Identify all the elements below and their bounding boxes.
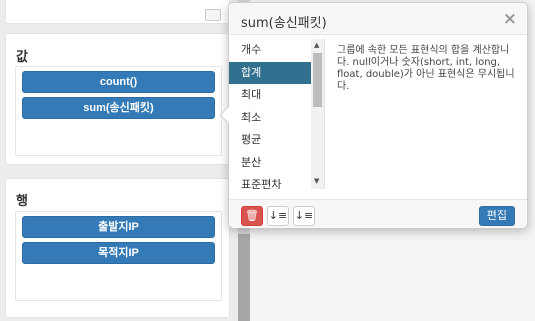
rows-dropzone[interactable]: 출발지IP 목적지IP bbox=[15, 211, 222, 301]
aggregation-item-count[interactable]: 개수 bbox=[229, 39, 324, 62]
scroll-up-icon[interactable]: ▲ bbox=[314, 41, 319, 49]
values-panel: 값 count() sum(송신패킷) bbox=[5, 33, 230, 165]
aggregation-item-max[interactable]: 최대 bbox=[229, 84, 324, 107]
value-pill-count[interactable]: count() bbox=[22, 71, 215, 93]
page-scrollbar-thumb[interactable] bbox=[238, 234, 250, 321]
top-panel bbox=[5, 0, 230, 24]
aggregation-item-variance[interactable]: 분산 bbox=[229, 152, 324, 175]
sort-descending-icon[interactable]: ↓≡ bbox=[293, 206, 315, 226]
aggregation-item-min[interactable]: 최소 bbox=[229, 107, 324, 130]
scroll-down-icon[interactable]: ▼ bbox=[314, 177, 319, 185]
popover-footer: 🗑 ↓≡ ↓≡ 편집 bbox=[229, 199, 527, 228]
popover-title: sum(송신패킷) bbox=[241, 16, 327, 31]
aggregation-item-avg[interactable]: 평균 bbox=[229, 129, 324, 152]
sort-ascending-icon[interactable]: ↓≡ bbox=[267, 206, 289, 226]
edit-button[interactable]: 편집 bbox=[478, 206, 515, 226]
aggregation-item-sum[interactable]: 합계 bbox=[229, 61, 324, 84]
rows-panel: 행 출발지IP 목적지IP bbox=[5, 178, 230, 318]
aggregation-item-stddev[interactable]: 표준편차 bbox=[229, 174, 324, 189]
values-dropzone[interactable]: count() sum(송신패킷) bbox=[15, 66, 222, 156]
trash-icon[interactable]: 🗑 bbox=[241, 206, 263, 226]
aggregation-description: 그룹에 속한 모든 표현식의 합을 계산합니다. null이거나 숫자(shor… bbox=[337, 45, 515, 92]
values-title: 값 bbox=[16, 50, 28, 65]
value-pill-sum[interactable]: sum(송신패킷) bbox=[22, 97, 215, 119]
close-icon[interactable]: × bbox=[503, 9, 517, 29]
rows-title: 행 bbox=[16, 194, 28, 209]
aggregation-list-scrollbar[interactable]: ▲ ▼ bbox=[311, 39, 324, 189]
aggregation-popover: sum(송신패킷) × 개수 합계 최대 최소 평균 분산 표준편차 ▲ ▼ 그… bbox=[219, 2, 528, 228]
panel-toggle-button[interactable] bbox=[205, 9, 221, 21]
popover-header: sum(송신패킷) × bbox=[229, 3, 527, 35]
row-pill-source-ip[interactable]: 출발지IP bbox=[22, 216, 215, 238]
aggregation-list-scroll-thumb[interactable] bbox=[313, 53, 322, 107]
row-pill-dest-ip[interactable]: 목적지IP bbox=[22, 242, 215, 264]
